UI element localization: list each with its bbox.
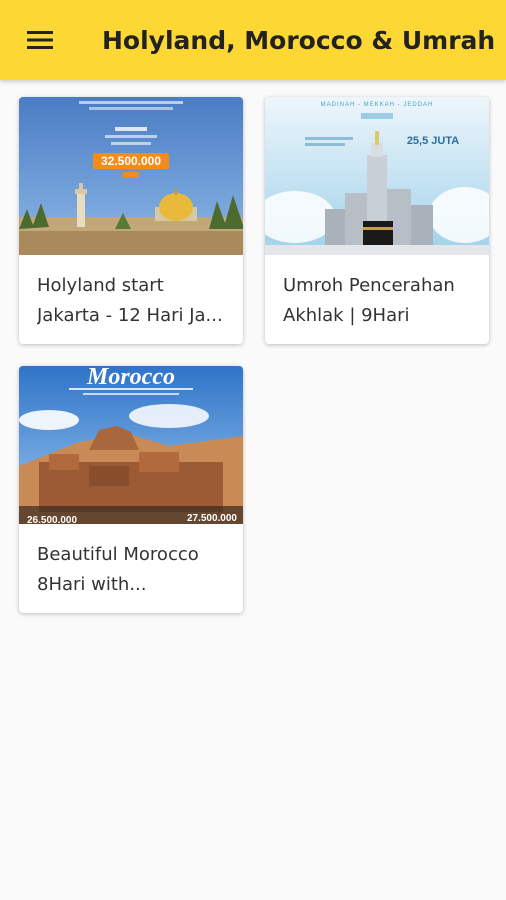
holyland-caption: Holyland start Jakarta - 12 Hari Ja... [19,255,243,344]
umroh-banner-text: MADINAH - MEKKAH - JEDDAH [321,102,434,108]
holyland-thumbnail: 32.500.000 [19,97,243,255]
holyland-title-line1: Holyland start [37,275,164,296]
holyland-title-line2: Jakarta - 12 Hari Ja... [37,305,223,326]
morocco-price-right: 27.500.000 [187,513,237,524]
umroh-caption: Umroh Pencerahan Akhlak | 9Hari [265,255,489,344]
morocco-title-line1: Beautiful Morocco [37,544,199,565]
holyland-price-text: 32.500.000 [101,154,161,168]
umroh-title-line1: Umroh Pencerahan [283,275,455,296]
package-card-morocco[interactable]: Morocco 26.500.000 27.500.000 Beautiful … [19,366,243,613]
morocco-price-left: 26.500.000 [27,515,77,524]
menu-button[interactable] [0,0,80,80]
umroh-price-text: 25,5 JUTA [407,135,459,147]
app-bar: Holyland, Morocco & Umrah [0,0,506,80]
umroh-title-line2: Akhlak | 9Hari [283,305,410,326]
package-card-umroh[interactable]: MADINAH - MEKKAH - JEDDAH 25,5 JUTA Umro… [265,97,489,344]
morocco-thumbnail: Morocco 26.500.000 27.500.000 [19,366,243,524]
package-card-holyland[interactable]: 32.500.000 Holyland start Jakarta - 12 H… [19,97,243,344]
morocco-caption: Beautiful Morocco 8Hari with... [19,524,243,613]
umroh-thumbnail: MADINAH - MEKKAH - JEDDAH 25,5 JUTA [265,97,489,255]
page-title: Holyland, Morocco & Umrah [102,25,496,55]
hamburger-menu-icon [27,31,53,49]
morocco-banner-text: Morocco [86,366,175,390]
morocco-title-line2: 8Hari with... [37,574,147,595]
